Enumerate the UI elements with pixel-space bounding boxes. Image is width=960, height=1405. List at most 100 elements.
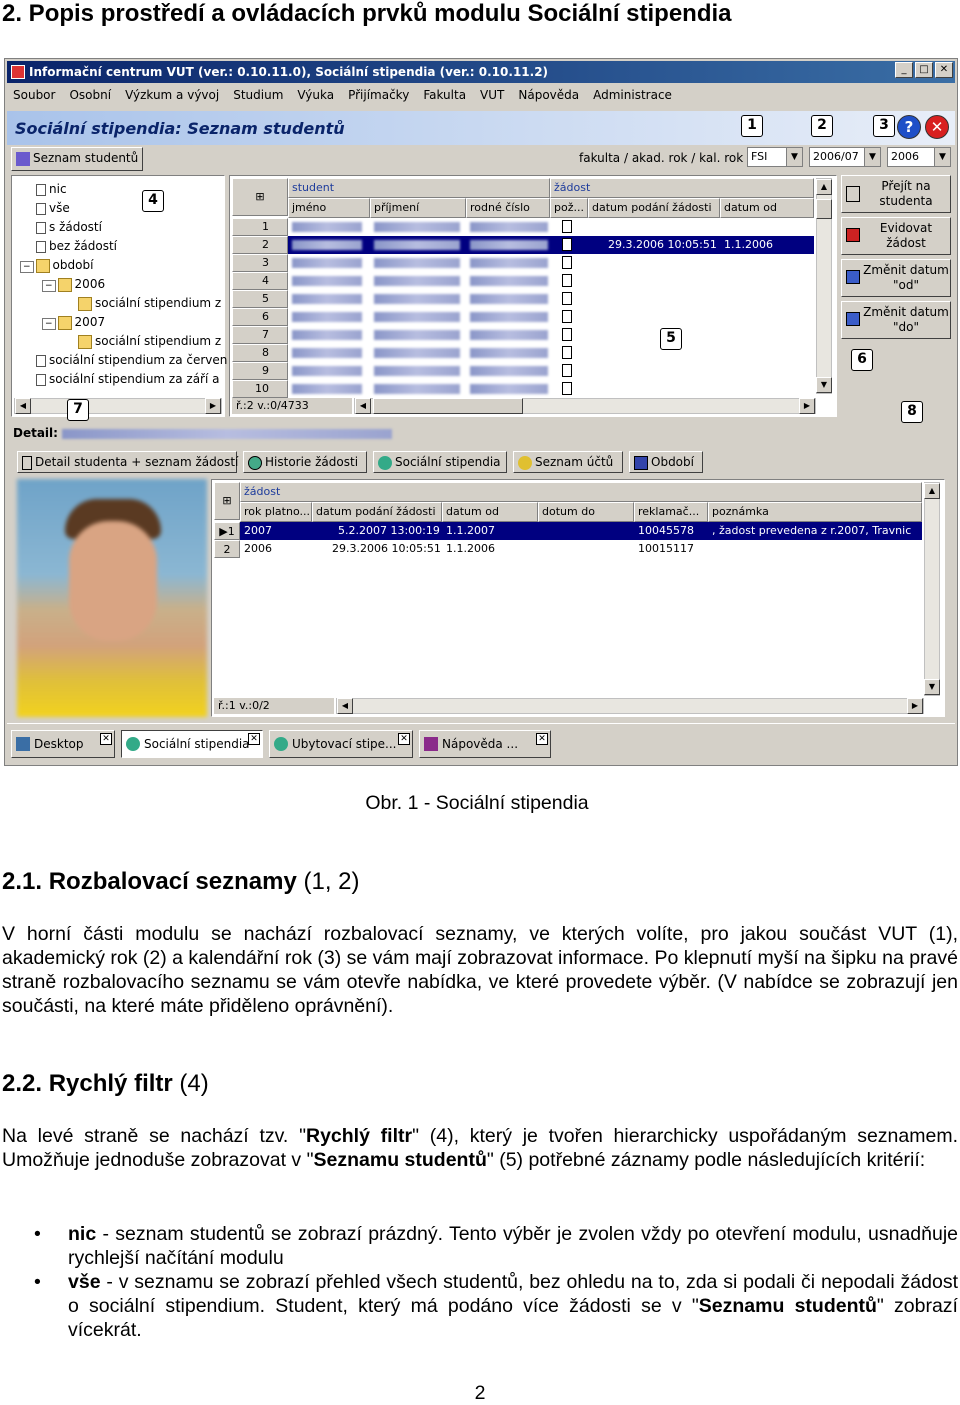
document-icon[interactable] (562, 364, 572, 377)
menu-vyzkum[interactable]: Výzkum a vývoj (125, 85, 219, 105)
table-row[interactable]: 5 (232, 290, 814, 308)
close-icon[interactable]: ✕ (100, 733, 112, 745)
tab-history[interactable]: Historie žádosti (243, 451, 367, 473)
request-vscroll[interactable]: ▲ ▼ (924, 482, 940, 696)
table-row[interactable]: 1 (232, 218, 814, 236)
tree-item-zari[interactable]: sociální stipendium za září a (36, 370, 219, 389)
goto-student-button[interactable]: Přejít na studenta (841, 175, 951, 213)
document-icon[interactable] (562, 382, 572, 395)
col-poz[interactable]: pož... (550, 198, 588, 218)
collapse-icon[interactable]: − (42, 318, 56, 330)
col-datum-podani[interactable]: datum podání žádosti (312, 502, 442, 522)
document-icon[interactable] (562, 238, 572, 251)
hscroll-thumb[interactable] (373, 398, 523, 414)
table-row[interactable]: 8 (232, 344, 814, 362)
grid-corner[interactable]: ⊞ (214, 482, 240, 520)
tree-item-s-zadosti[interactable]: s žádostí (36, 218, 102, 237)
chevron-down-icon[interactable]: ▼ (864, 148, 880, 166)
document-icon[interactable] (562, 292, 572, 305)
help-icon[interactable]: ? (897, 115, 921, 139)
change-date-from-button[interactable]: Změnit datum "od" (841, 259, 951, 297)
menu-osobni[interactable]: Osobní (69, 85, 111, 105)
col-datum-od[interactable]: datum od (720, 198, 814, 218)
document-icon[interactable] (562, 256, 572, 269)
menu-administrace[interactable]: Administrace (593, 85, 672, 105)
request-hscroll[interactable]: ◀ ▶ (336, 698, 924, 714)
menu-vyuka[interactable]: Výuka (297, 85, 334, 105)
table-row[interactable]: 3 (232, 254, 814, 272)
change-date-to-button[interactable]: Změnit datum "do" (841, 301, 951, 339)
menu-soubor[interactable]: Soubor (13, 85, 55, 105)
scroll-right-icon[interactable]: ▶ (799, 398, 815, 414)
tab-accounts[interactable]: Seznam účtů (513, 451, 623, 473)
col-prijmeni[interactable]: příjmení (370, 198, 466, 218)
col-rok[interactable]: rok platno... (240, 502, 312, 522)
record-request-button[interactable]: Evidovat žádost (841, 217, 951, 255)
scroll-up-icon[interactable]: ▲ (816, 179, 832, 195)
close-module-icon[interactable]: ✕ (925, 115, 949, 139)
tab-social-stipends[interactable]: Sociální stipendia (373, 451, 507, 473)
col-datum-do[interactable]: dotum do (538, 502, 634, 522)
grid-corner[interactable]: ⊞ (232, 178, 288, 216)
scroll-down-icon[interactable]: ▼ (816, 377, 832, 393)
scroll-left-icon[interactable]: ◀ (337, 698, 353, 714)
menu-studium[interactable]: Studium (233, 85, 283, 105)
scroll-down-icon[interactable]: ▼ (924, 679, 940, 695)
tab-periods[interactable]: Období (629, 451, 703, 473)
tree-item-2006[interactable]: − 2006 (42, 275, 105, 296)
col-jmeno[interactable]: jméno (288, 198, 370, 218)
minimize-button[interactable]: _ (895, 62, 913, 78)
scroll-right-icon[interactable]: ▶ (907, 698, 923, 714)
table-row[interactable]: 2 29.3.2006 10:05:51 1.1.2006 (232, 236, 814, 254)
tree-item-bez-zadosti[interactable]: bez žádostí (36, 237, 117, 256)
scroll-left-icon[interactable]: ◀ (15, 398, 31, 414)
chevron-down-icon[interactable]: ▼ (934, 148, 950, 166)
tree-item-stip-2006[interactable]: sociální stipendium z (78, 294, 221, 313)
task-help[interactable]: Nápověda ... ✕ (419, 730, 551, 758)
chevron-down-icon[interactable]: ▼ (786, 148, 802, 166)
collapse-icon[interactable]: − (42, 280, 56, 292)
close-icon[interactable]: ✕ (536, 733, 548, 745)
request-row-1[interactable]: ▶1 2007 5.2.2007 13:00:19 1.1.2007 10045… (214, 522, 922, 540)
tree-item-cerven[interactable]: sociální stipendium za červen (36, 351, 227, 370)
task-social-stipends[interactable]: Sociální stipendia ✕ (121, 730, 263, 758)
menu-fakulta[interactable]: Fakulta (423, 85, 466, 105)
tree-item-2007[interactable]: − 2007 (42, 313, 105, 334)
request-row-2[interactable]: 2 2006 29.3.2006 10:05:51 1.1.2006 10015… (214, 540, 922, 558)
tree-item-vse[interactable]: vše (36, 199, 70, 218)
close-icon[interactable]: ✕ (398, 733, 410, 745)
table-row[interactable]: 4 (232, 272, 814, 290)
tree-item-obdobi[interactable]: − období (20, 256, 93, 277)
col-poznamka[interactable]: poznámka (708, 502, 922, 522)
col-datum-podani[interactable]: datum podání žádosti (588, 198, 720, 218)
document-icon[interactable] (562, 328, 572, 341)
collapse-icon[interactable]: − (20, 261, 34, 273)
col-rodne-cislo[interactable]: rodné číslo (466, 198, 550, 218)
acad-year-combo[interactable]: 2006/07 ▼ (809, 147, 881, 167)
tree-item-nic[interactable]: nic (36, 180, 67, 199)
grid-vscroll[interactable]: ▲ ▼ (816, 178, 832, 394)
table-row[interactable]: 7 (232, 326, 814, 344)
menu-vut[interactable]: VUT (480, 85, 504, 105)
scroll-thumb[interactable] (816, 199, 832, 219)
col-datum-od[interactable]: datum od (442, 502, 538, 522)
menu-napoveda[interactable]: Nápověda (518, 85, 579, 105)
tab-detail-student[interactable]: Detail studenta + seznam žádostí (17, 451, 238, 473)
task-desktop[interactable]: Desktop ✕ (11, 730, 115, 758)
document-icon[interactable] (562, 310, 572, 323)
document-icon[interactable] (562, 346, 572, 359)
document-icon[interactable] (562, 220, 572, 233)
col-reklamace[interactable]: reklamač... (634, 502, 708, 522)
cal-year-combo[interactable]: 2006 ▼ (887, 147, 951, 167)
scroll-right-icon[interactable]: ▶ (205, 398, 221, 414)
faculty-combo[interactable]: FSI ▼ (747, 147, 803, 167)
tree-hscroll[interactable]: ◀ ▶ (14, 398, 222, 414)
tab-student-list[interactable]: Seznam studentů (11, 147, 143, 171)
scroll-up-icon[interactable]: ▲ (924, 483, 940, 499)
maximize-button[interactable]: □ (915, 62, 933, 78)
grid-hscroll[interactable]: ◀ ▶ (354, 398, 816, 414)
menu-prijimacky[interactable]: Přijímačky (348, 85, 409, 105)
task-accommodation[interactable]: Ubytovací stipe... ✕ (269, 730, 413, 758)
document-icon[interactable] (562, 274, 572, 287)
table-row[interactable]: 10 (232, 380, 814, 398)
